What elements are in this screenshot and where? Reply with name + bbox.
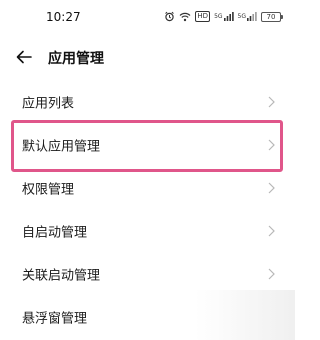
chevron-right-icon [268, 96, 275, 107]
status-time: 10:27 [46, 10, 81, 24]
status-bar: 10:27 HD 5G 5G 70 [0, 0, 295, 38]
chevron-right-icon [268, 225, 275, 236]
menu-item-app-list[interactable]: 应用列表 [0, 80, 295, 123]
menu-item-permissions[interactable]: 权限管理 [0, 166, 295, 209]
menu-item-autostart[interactable]: 自启动管理 [0, 209, 295, 252]
watermark [195, 290, 295, 340]
hd-icon: HD [195, 11, 211, 22]
arrow-left-icon[interactable] [14, 47, 34, 67]
page-header: 应用管理 [0, 38, 295, 78]
signal-icon: 5G [238, 12, 257, 21]
chevron-right-icon [268, 182, 275, 193]
status-icons: HD 5G 5G 70 [164, 11, 283, 22]
battery-icon: 70 [261, 11, 283, 22]
chevron-right-icon [268, 268, 275, 279]
menu-item-label: 权限管理 [22, 182, 75, 197]
signal-icon: 5G [214, 12, 234, 21]
menu-item-associated-launch[interactable]: 关联启动管理 [0, 252, 295, 295]
menu-item-default-apps[interactable]: 默认应用管理 [0, 123, 295, 166]
menu-item-label: 自启动管理 [22, 225, 88, 240]
alarm-icon [164, 11, 175, 22]
chevron-right-icon [268, 139, 275, 150]
menu-item-label: 应用列表 [22, 96, 75, 111]
page-title: 应用管理 [48, 51, 104, 67]
menu-item-label: 悬浮窗管理 [22, 311, 88, 326]
wifi-icon [179, 12, 191, 22]
menu-item-label: 默认应用管理 [22, 139, 101, 154]
menu-item-label: 关联启动管理 [22, 268, 101, 283]
